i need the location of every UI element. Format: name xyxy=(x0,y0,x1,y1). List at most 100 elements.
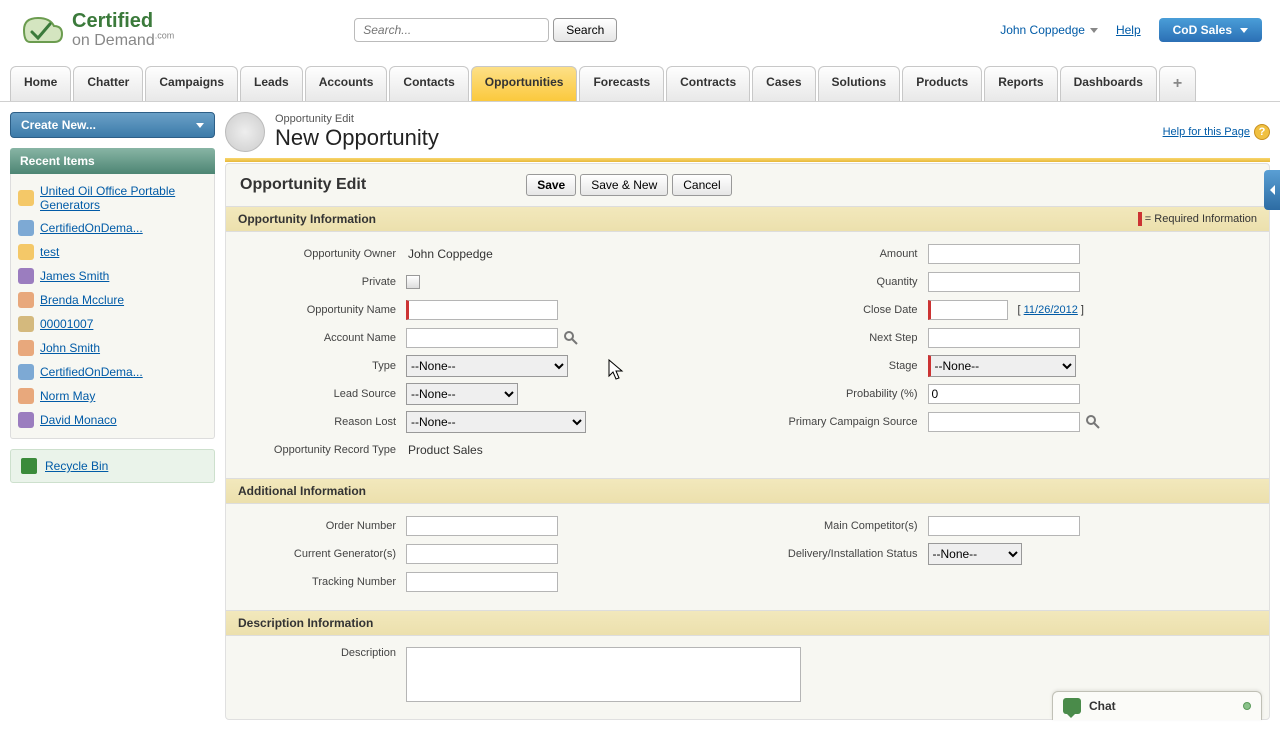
recent-item[interactable]: CertifiedOnDema... xyxy=(15,216,210,240)
tab-forecasts[interactable]: Forecasts xyxy=(579,66,664,101)
label-reason-lost: Reason Lost xyxy=(226,416,406,428)
recent-item[interactable]: test xyxy=(15,240,210,264)
tab-campaigns[interactable]: Campaigns xyxy=(145,66,238,101)
current-generators-input[interactable] xyxy=(406,544,558,564)
close-date-today-link[interactable]: 11/26/2012 xyxy=(1024,304,1078,316)
label-lead-source: Lead Source xyxy=(226,388,406,400)
recent-item[interactable]: James Smith xyxy=(15,264,210,288)
tracking-number-input[interactable] xyxy=(406,572,558,592)
recent-item[interactable]: CertifiedOnDema... xyxy=(15,360,210,384)
tab-dashboards[interactable]: Dashboards xyxy=(1060,66,1157,101)
tab-chatter[interactable]: Chatter xyxy=(73,66,143,101)
logo-text: Certified on Demand.com xyxy=(72,12,174,48)
private-checkbox[interactable] xyxy=(406,275,420,289)
tab-contracts[interactable]: Contracts xyxy=(666,66,750,101)
quantity-input[interactable] xyxy=(928,272,1080,292)
trash-icon xyxy=(21,458,37,474)
search-button[interactable]: Search xyxy=(553,18,617,42)
label-next-step: Next Step xyxy=(748,332,928,344)
recent-item[interactable]: Brenda Mcclure xyxy=(15,288,210,312)
tab-opportunities[interactable]: Opportunities xyxy=(471,66,578,101)
campaign-input[interactable] xyxy=(928,412,1080,432)
cont-icon xyxy=(18,412,34,428)
chat-label: Chat xyxy=(1089,699,1116,713)
type-select[interactable]: --None-- xyxy=(406,355,568,377)
label-tracking: Tracking Number xyxy=(226,576,406,588)
create-new-menu[interactable]: Create New... xyxy=(10,112,215,138)
chevron-down-icon xyxy=(1090,28,1098,33)
label-close-date: Close Date xyxy=(748,304,928,316)
label-description: Description xyxy=(226,647,406,659)
lead-icon xyxy=(18,292,34,308)
campaign-lookup-icon[interactable] xyxy=(1084,413,1102,431)
case-icon xyxy=(18,316,34,332)
block-title: Opportunity Edit xyxy=(240,176,366,194)
recent-item[interactable]: 00001007 xyxy=(15,312,210,336)
label-quantity: Quantity xyxy=(748,276,928,288)
description-textarea[interactable] xyxy=(406,647,801,702)
label-private: Private xyxy=(226,276,406,288)
probability-input[interactable] xyxy=(928,384,1080,404)
app-switcher[interactable]: CoD Sales xyxy=(1159,18,1262,42)
lead-source-select[interactable]: --None-- xyxy=(406,383,518,405)
recent-item[interactable]: United Oil Office Portable Generators xyxy=(15,180,210,216)
account-name-input[interactable] xyxy=(406,328,558,348)
recent-item[interactable]: David Monaco xyxy=(15,408,210,432)
amount-input[interactable] xyxy=(928,244,1080,264)
tab-products[interactable]: Products xyxy=(902,66,982,101)
breadcrumb: Opportunity Edit xyxy=(275,113,439,125)
close-date-input[interactable] xyxy=(928,300,1008,320)
label-order-number: Order Number xyxy=(226,520,406,532)
label-opp-name: Opportunity Name xyxy=(226,304,406,316)
stage-select[interactable]: --None-- xyxy=(928,355,1076,377)
help-link[interactable]: Help xyxy=(1116,23,1141,37)
chevron-down-icon xyxy=(1240,28,1248,33)
recycle-bin[interactable]: Recycle Bin xyxy=(10,449,215,483)
delivery-status-select[interactable]: --None-- xyxy=(928,543,1022,565)
account-lookup-icon[interactable] xyxy=(562,329,580,347)
tab-bar: HomeChatterCampaignsLeadsAccountsContact… xyxy=(0,66,1280,102)
tab-solutions[interactable]: Solutions xyxy=(818,66,901,101)
label-record-type: Opportunity Record Type xyxy=(226,444,406,456)
label-owner: Opportunity Owner xyxy=(226,248,406,260)
label-campaign: Primary Campaign Source xyxy=(748,416,928,428)
opp-icon xyxy=(18,190,34,206)
tab-contacts[interactable]: Contacts xyxy=(389,66,468,101)
opportunity-name-input[interactable] xyxy=(406,300,558,320)
tab-leads[interactable]: Leads xyxy=(240,66,303,101)
user-menu[interactable]: John Coppedge xyxy=(1000,23,1098,37)
tab-cases[interactable]: Cases xyxy=(752,66,815,101)
next-step-input[interactable] xyxy=(928,328,1080,348)
main-competitors-input[interactable] xyxy=(928,516,1080,536)
reason-lost-select[interactable]: --None-- xyxy=(406,411,586,433)
tab-reports[interactable]: Reports xyxy=(984,66,1057,101)
cancel-button[interactable]: Cancel xyxy=(672,174,731,196)
section-header: Opportunity Information xyxy=(238,212,376,226)
recent-item[interactable]: John Smith xyxy=(15,336,210,360)
user-name: John Coppedge xyxy=(1000,23,1085,37)
recent-item[interactable]: Norm May xyxy=(15,384,210,408)
lead-icon xyxy=(18,388,34,404)
label-amount: Amount xyxy=(748,248,928,260)
tab-accounts[interactable]: Accounts xyxy=(305,66,388,101)
chat-status-icon xyxy=(1243,702,1251,710)
page-title: New Opportunity xyxy=(275,125,439,151)
sidebar-collapser[interactable] xyxy=(1264,170,1280,210)
accent-bar xyxy=(225,158,1270,162)
help-icon[interactable]: ? xyxy=(1254,124,1270,140)
save-button[interactable]: Save xyxy=(526,174,576,196)
logo[interactable]: Certified on Demand.com xyxy=(18,10,174,50)
help-for-page-link[interactable]: Help for this Page xyxy=(1163,126,1250,138)
section-header: Description Information xyxy=(238,616,373,630)
chat-dock[interactable]: Chat xyxy=(1052,691,1262,720)
label-stage: Stage xyxy=(748,360,928,372)
save-and-new-button[interactable]: Save & New xyxy=(580,174,668,196)
chevron-down-icon xyxy=(196,123,204,128)
recent-items-header: Recent Items xyxy=(10,148,215,174)
order-number-input[interactable] xyxy=(406,516,558,536)
label-account: Account Name xyxy=(226,332,406,344)
tab-add[interactable]: + xyxy=(1159,66,1196,101)
chat-icon xyxy=(1063,698,1081,714)
tab-home[interactable]: Home xyxy=(10,66,71,101)
search-input[interactable] xyxy=(354,18,549,42)
